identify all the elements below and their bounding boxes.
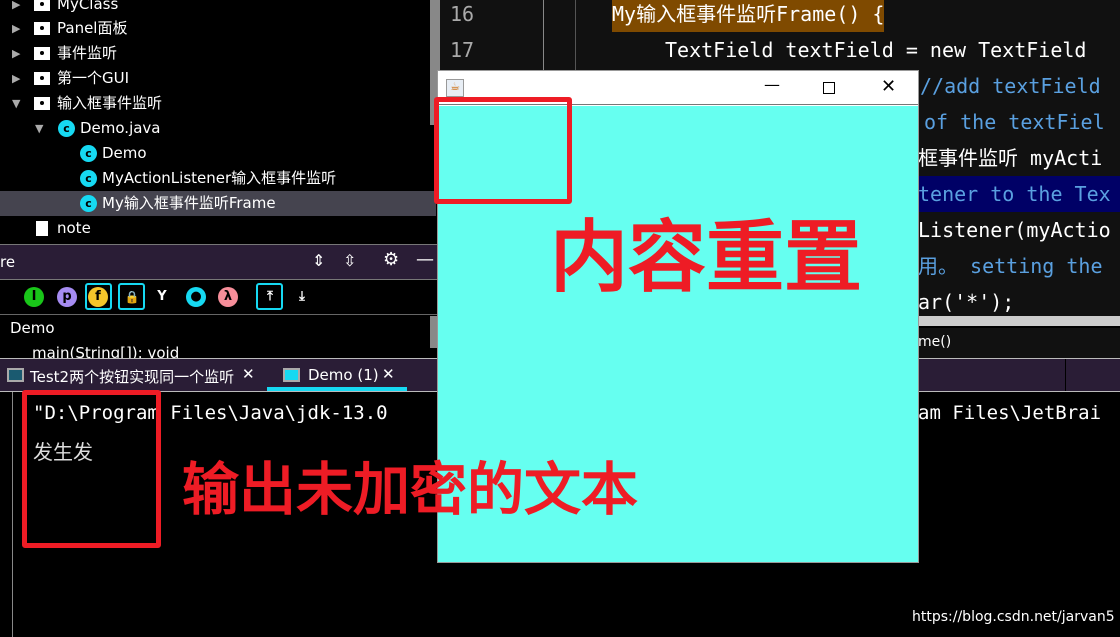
annotation-content-reset: 内容重置: [550, 213, 863, 303]
code-line: Listener(myActio: [918, 218, 1111, 242]
collapse-all-icon[interactable]: ⇳: [343, 251, 356, 270]
code-line: ar('*');: [918, 290, 1015, 314]
java-icon: ☕: [446, 79, 464, 97]
anonymous-icon[interactable]: ●: [186, 287, 206, 307]
fork-icon[interactable]: Y: [152, 287, 172, 307]
tree-item[interactable]: c MyActionListener输入框事件监听: [0, 166, 436, 191]
console-icon: [7, 368, 24, 382]
annotation-output-plain: 输出未加密的文本: [182, 457, 638, 523]
tree-item[interactable]: ▼ c Demo.java: [0, 116, 436, 141]
code-line: TextField textField = new TextField: [665, 38, 1087, 62]
autoscroll-from-source-icon[interactable]: ⤓: [292, 287, 312, 307]
tree-item[interactable]: ▶ Panel面板: [0, 16, 436, 41]
tree-item[interactable]: note: [0, 216, 436, 241]
code-line: 用。 setting the: [918, 254, 1103, 278]
class-icon: c: [80, 145, 97, 162]
tree-item[interactable]: ▼ 输入框事件监听: [0, 91, 436, 116]
property-icon[interactable]: p: [57, 287, 77, 307]
expand-all-icon[interactable]: ⇕: [312, 251, 325, 270]
folder-icon: [34, 0, 50, 11]
console-icon: [283, 368, 300, 382]
inherited-icon[interactable]: I: [24, 287, 44, 307]
collapse-icon[interactable]: ▼: [35, 116, 43, 141]
tab-demo[interactable]: Demo (1) ✕: [267, 359, 407, 391]
tree-item[interactable]: ▶ 第一个GUI: [0, 66, 436, 91]
field-icon[interactable]: f: [88, 287, 108, 307]
tree-item[interactable]: c Demo: [0, 141, 436, 166]
structure-header: re ⇕ ⇳ ⚙ —: [0, 244, 440, 280]
tree-item[interactable]: ▶ 事件监听: [0, 41, 436, 66]
tree-item[interactable]: ▶ MyClass: [0, 0, 436, 17]
file-icon: [36, 221, 48, 236]
code-line: //add textField: [920, 74, 1101, 98]
expand-icon[interactable]: ▶: [12, 16, 20, 41]
gear-icon[interactable]: ⚙: [383, 249, 399, 270]
autoscroll-to-source-icon[interactable]: ⤒: [260, 287, 280, 307]
code-line: of the textFiel: [924, 110, 1105, 134]
annotation-box: [22, 390, 161, 548]
tree-item-selected[interactable]: c My输入框事件监听Frame: [0, 191, 436, 216]
code-line: 框事件监听 myActi: [918, 146, 1103, 170]
minimize-icon[interactable]: —: [416, 249, 434, 270]
class-icon: c: [58, 120, 75, 137]
expand-icon[interactable]: ▶: [12, 66, 20, 91]
watermark: https://blog.csdn.net/jarvan5: [912, 609, 1115, 625]
maximize-button[interactable]: [823, 82, 835, 94]
folder-icon: [34, 22, 50, 35]
annotation-box: [434, 97, 572, 204]
folder-icon: [34, 97, 50, 110]
folder-icon: [34, 47, 50, 60]
close-button[interactable]: ✕: [881, 76, 896, 97]
minimize-button[interactable]: —: [764, 75, 780, 94]
tab-test2[interactable]: Test2两个按钮实现同一个监听 ✕: [0, 359, 262, 391]
lock-icon[interactable]: 🔒: [122, 287, 142, 307]
code-line: My输入框事件监听Frame() {: [612, 0, 885, 32]
collapse-icon[interactable]: ▼: [12, 91, 20, 116]
code-line: tener to the Tex: [918, 182, 1111, 206]
expand-icon[interactable]: ▶: [12, 41, 20, 66]
close-icon[interactable]: ✕: [382, 365, 395, 383]
folder-icon: [34, 72, 50, 85]
class-icon: c: [80, 195, 97, 212]
class-icon: c: [80, 170, 97, 187]
lambda-icon[interactable]: λ: [218, 287, 238, 307]
close-icon[interactable]: ✕: [242, 365, 255, 383]
structure-root[interactable]: Demo: [10, 319, 55, 337]
